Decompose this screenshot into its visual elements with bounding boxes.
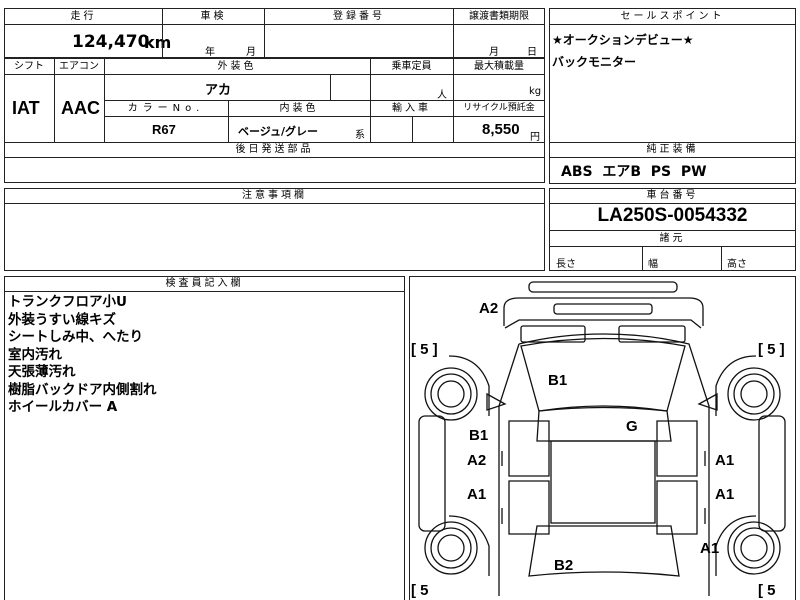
chassis-value: LA250S-0054332 [597, 205, 748, 226]
dims-width: 幅 [648, 259, 658, 270]
roof-panel [550, 440, 656, 524]
dims-label: 諸元 [659, 233, 686, 244]
tire-bracket: [ 5 ] [411, 341, 438, 358]
parts-label: 後日発送部品 [235, 144, 314, 155]
wheel-front-left [424, 367, 478, 421]
capacity-unit: 人 [437, 90, 447, 101]
transfer-label: 譲渡書類期限 [469, 11, 529, 22]
dims-height: 高さ [727, 259, 747, 270]
tire-bracket: [ 5 ] [758, 341, 785, 358]
damage-mark: A2 [479, 300, 499, 317]
damage-mark: B2 [554, 557, 574, 574]
transfer-month: 月 [489, 47, 499, 58]
inspector-label: 検査員記入欄 [165, 278, 244, 289]
inspector-note: シートしみ中、へたり [8, 329, 143, 345]
dims-length: 長さ [556, 259, 576, 270]
tire-bracket: [ 5 [411, 582, 429, 599]
damage-mark: B1 [548, 372, 568, 389]
damage-mark: A2 [467, 452, 487, 469]
interior-value: ベージュ/グレー [238, 125, 319, 138]
interior-suffix: 系 [355, 130, 365, 141]
side-skirt-left [418, 415, 446, 532]
roof [536, 406, 672, 442]
recycle-value: 8,550 [482, 121, 520, 138]
recycle-label: リサイクル預託金 [463, 103, 535, 113]
transfer-day: 日 [527, 47, 537, 58]
grille [553, 303, 653, 315]
damage-mark: A1 [715, 452, 735, 469]
hood-panel [503, 297, 704, 326]
sales-point-2: バックモニター [552, 55, 637, 69]
exterior-value: アカ [205, 83, 232, 98]
equipment-value: ABS エアB PS PW [561, 164, 707, 180]
color-no-value: R67 [152, 122, 176, 137]
damage-mark: G [626, 418, 638, 435]
interior-label: 内装色 [279, 103, 319, 114]
damage-mark: A1 [467, 486, 487, 503]
load-label: 最大積載量 [474, 61, 524, 72]
damage-mark: A1 [700, 540, 720, 557]
inspector-note: 外装うすい線キズ [8, 311, 116, 328]
inspector-note: ホイールカバー A [8, 399, 118, 415]
inspector-note: トランクフロア小U [8, 294, 127, 310]
wheel-rear-right [727, 521, 781, 575]
door-front-right [656, 420, 698, 477]
inspector-notes: トランクフロア小U 外装うすい線キズ シートしみ中、へたり 室内汚れ 天張薄汚れ… [8, 294, 157, 417]
capacity-label: 乗車定員 [391, 61, 432, 72]
sales-point-1: ★オークションデビュー★ [552, 33, 694, 47]
tire-bracket: [ 5 [758, 582, 776, 599]
recycle-unit: 円 [530, 132, 540, 143]
aircon-value: AAC [61, 98, 100, 118]
inspection-month-unit: 月 [246, 47, 256, 58]
car-diagram [418, 281, 786, 596]
equipment-label: 純正装備 [646, 144, 699, 155]
exterior-label: 外装色 [217, 61, 257, 72]
front-frame [504, 319, 702, 329]
damage-mark: A1 [715, 486, 735, 503]
notes-label: 注意事項欄 [242, 190, 307, 201]
door-front-left [508, 420, 550, 477]
side-skirt-right [758, 415, 786, 532]
shift-value: IAT [12, 98, 40, 118]
color-no-label: カラーNo. [127, 103, 205, 114]
sales-point-label: セールスポイント [620, 11, 725, 22]
spec-table [4, 58, 545, 183]
shift-label: シフト [14, 61, 44, 72]
chassis-label: 車台番号 [646, 190, 699, 201]
aircon-label: エアコン [59, 61, 99, 72]
inspector-note: 室内汚れ [8, 346, 62, 363]
windshield [520, 337, 686, 412]
registration-label: 登録番号 [333, 11, 385, 22]
mileage-value: 124,470 [72, 32, 150, 52]
inspection-year-unit: 年 [205, 47, 215, 58]
damage-mark: B1 [469, 427, 489, 444]
inspector-note: 天張薄汚れ [8, 364, 76, 380]
wheel-rear-left [424, 521, 478, 575]
load-unit: kg [529, 86, 542, 97]
import-label: 輸入車 [392, 103, 431, 114]
mileage-label: 走行 [70, 11, 97, 22]
front-bumper [528, 281, 678, 293]
inspector-note: 樹脂バックドア内側割れ [8, 381, 157, 398]
wheel-front-right [727, 367, 781, 421]
inspection-label: 車検 [200, 11, 227, 22]
